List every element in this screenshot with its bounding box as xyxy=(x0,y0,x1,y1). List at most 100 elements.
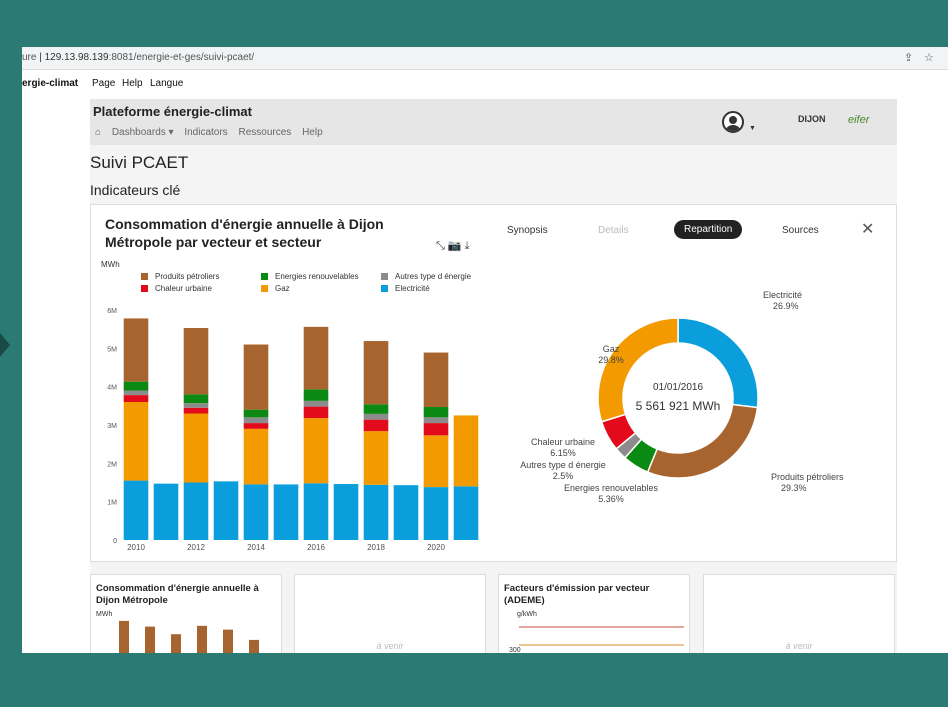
close-icon[interactable]: ✕ xyxy=(861,219,874,239)
bar-segment xyxy=(183,328,209,395)
eifer-logo: eifer xyxy=(848,114,870,126)
mini-card-title: Consommation d'énergie annuelle à Dijon … xyxy=(96,583,259,606)
bar-segment xyxy=(243,423,269,429)
url-path: :8081/energie-et-ges/suivi-pcaet/ xyxy=(108,52,255,63)
mini-y-tick: 300 xyxy=(509,647,521,653)
menu-page[interactable]: Page xyxy=(92,78,115,89)
mini-line-chart xyxy=(519,626,684,646)
bar-segment xyxy=(303,406,329,419)
x-tick-label: 2012 xyxy=(187,543,205,552)
page-title: Suivi PCAET xyxy=(90,153,189,172)
bar-segment xyxy=(183,482,209,540)
mini-bar-chart xyxy=(119,620,259,653)
bar-segment xyxy=(123,402,149,481)
x-tick-label: 2014 xyxy=(247,543,265,552)
mini-card-title: Facteurs d'émission par vecteur (ADEME) xyxy=(504,583,650,606)
mini-bar xyxy=(249,639,259,653)
menu-help[interactable]: Help xyxy=(122,78,143,89)
donut-slice xyxy=(646,403,759,479)
slice-label: Gaz xyxy=(603,344,620,354)
url-prefix: ure xyxy=(22,52,37,63)
mini-bar xyxy=(171,634,181,653)
bar-segment xyxy=(363,341,389,405)
app-name: ergie-climat xyxy=(22,78,79,89)
nav-help[interactable]: Help xyxy=(302,127,323,138)
slice-label: Produits pétroliers xyxy=(771,472,844,482)
bar-segment xyxy=(243,428,269,485)
bar-segment xyxy=(303,326,329,390)
tab-details[interactable]: Details xyxy=(598,225,629,236)
dijon-logo: DIJON xyxy=(798,114,826,124)
slice-percent: 29.3% xyxy=(781,483,807,493)
tab-repartition[interactable]: Repartition xyxy=(674,220,743,239)
address-bar[interactable]: ure | 129.13.98.139:8081/energie-et-ges/… xyxy=(22,47,948,70)
bar-segment xyxy=(363,413,389,420)
bookmark-star-icon[interactable]: ☆ xyxy=(924,51,934,64)
bar-segment xyxy=(363,431,389,485)
user-avatar-icon[interactable] xyxy=(722,111,744,133)
tab-sources[interactable]: Sources xyxy=(782,225,819,236)
url-text[interactable]: ure | 129.13.98.139:8081/energie-et-ges/… xyxy=(22,52,254,63)
bar-segment xyxy=(183,407,209,414)
legend-label: Gaz xyxy=(275,284,290,293)
y-axis-unit: MWh xyxy=(101,260,120,269)
platform-title: Plateforme énergie-climat xyxy=(93,104,252,119)
x-tick-label: 2018 xyxy=(367,543,385,552)
donut-chart: Electricité26.9% Produits pétroliers29.3%… xyxy=(520,290,844,504)
bar-segment xyxy=(303,418,329,484)
mini-card-placeholder-2: à venir xyxy=(703,574,895,653)
menu-langue[interactable]: Langue xyxy=(150,78,183,89)
bar-segment xyxy=(123,480,149,540)
bar-segment xyxy=(423,487,449,540)
y-tick-label: 5M xyxy=(107,346,117,353)
home-icon[interactable]: ⌂ xyxy=(95,127,101,138)
share-icon[interactable]: ⇪ xyxy=(904,51,913,64)
collapse-icon[interactable]: ⤡ xyxy=(436,240,445,252)
mini-card-placeholder-1: à venir xyxy=(294,574,486,653)
x-tick-label: 2016 xyxy=(307,543,325,552)
user-menu-caret-icon[interactable]: ▼ xyxy=(749,125,756,132)
bar-segment xyxy=(303,389,329,401)
legend-label: Electricité xyxy=(395,284,430,293)
bar-segment xyxy=(183,413,209,483)
donut-slice xyxy=(677,317,759,409)
bar-segment xyxy=(363,404,389,414)
legend-label: Energies renouvelables xyxy=(275,272,359,281)
legend-swatch xyxy=(141,285,148,292)
coming-soon-label: à venir xyxy=(785,641,813,651)
bar-segment xyxy=(423,423,449,436)
platform-header: Plateforme énergie-climat ⌂ Dashboards ▾… xyxy=(90,99,897,145)
bar-segment xyxy=(363,484,389,540)
coming-soon-label: à venir xyxy=(376,641,404,651)
nav-dashboards[interactable]: Dashboards ▾ xyxy=(112,127,174,138)
section-title: Indicateurs clé xyxy=(90,182,181,198)
slice-percent: 5.36% xyxy=(598,494,624,504)
legend-swatch xyxy=(141,273,148,280)
y-tick-label: 3M xyxy=(107,423,117,430)
browser-window: ure | 129.13.98.139:8081/energie-et-ges/… xyxy=(22,47,948,653)
download-icon[interactable]: ⤓ xyxy=(465,240,470,252)
slice-percent: 29.8% xyxy=(598,355,624,365)
bar-segment xyxy=(123,381,149,391)
bar-segment xyxy=(333,484,359,540)
tab-synopsis[interactable]: Synopsis xyxy=(507,225,548,236)
legend-swatch xyxy=(381,285,388,292)
bar-segment xyxy=(393,485,419,540)
bar-segment xyxy=(363,419,389,432)
bar-segment xyxy=(303,483,329,540)
legend-swatch xyxy=(381,273,388,280)
nav-indicators[interactable]: Indicators xyxy=(184,127,227,138)
bar-segment xyxy=(423,417,449,424)
mini-card-emission: Facteurs d'émission par vecteur (ADEME) … xyxy=(498,574,690,653)
top-nav: ⌂ Dashboards ▾ Indicators Ressources Hel… xyxy=(95,127,331,138)
mini-bar xyxy=(223,629,233,653)
camera-icon[interactable]: 📷 xyxy=(448,240,462,252)
nav-ressources[interactable]: Ressources xyxy=(238,127,291,138)
bar-segment xyxy=(123,390,149,396)
mini-bar xyxy=(145,626,155,653)
bar-segment xyxy=(123,318,149,382)
bar-segment xyxy=(453,486,479,540)
slice-percent: 26.9% xyxy=(773,301,799,311)
bar-segment xyxy=(243,344,269,410)
mini-bar xyxy=(119,620,129,653)
